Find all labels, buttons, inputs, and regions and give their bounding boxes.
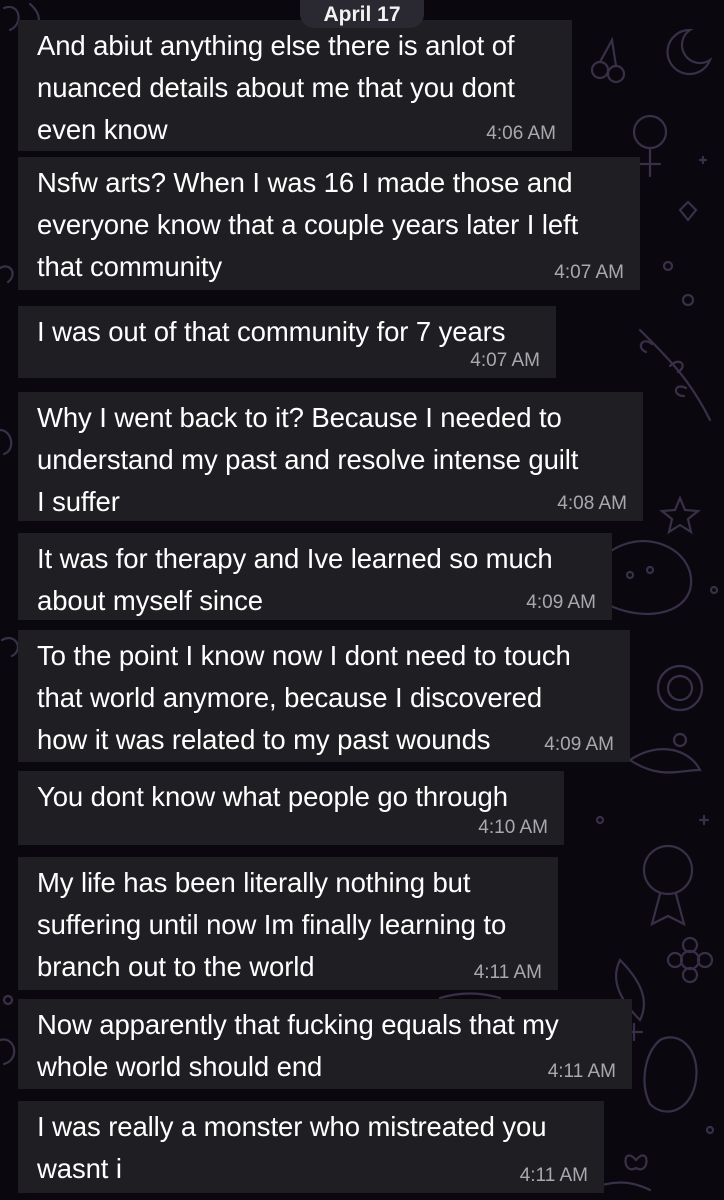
message-time: 4:06 AM (486, 123, 556, 144)
message-bubble[interactable]: I was out of that community for 7 years … (18, 306, 556, 378)
message-time: 4:07 AM (554, 262, 624, 283)
date-separator: April 17 (300, 0, 424, 28)
message-time: 4:11 AM (473, 962, 542, 983)
message-time: 4:09 AM (544, 734, 614, 755)
message-bubble[interactable]: Why I went back to it? Because I needed … (18, 392, 643, 521)
message-bubble[interactable]: Now apparently that fucking equals that … (18, 999, 632, 1089)
chat-thread: April 17 And abiut anything else there i… (0, 0, 724, 1200)
message-time: 4:11 AM (547, 1061, 616, 1082)
message-text: Why I went back to it? Because I needed … (37, 402, 579, 517)
message-time: 4:07 AM (470, 350, 540, 371)
message-time: 4:11 AM (519, 1165, 588, 1186)
message-bubble[interactable]: You dont know what people go through 4:1… (18, 771, 564, 845)
message-bubble[interactable]: To the point I know now I dont need to t… (18, 630, 630, 762)
message-time: 4:10 AM (478, 817, 548, 838)
message-bubble[interactable]: Nsfw arts? When I was 16 I made those an… (18, 157, 640, 290)
message-text: To the point I know now I dont need to t… (37, 640, 571, 755)
message-text: Now apparently that fucking equals that … (37, 1009, 559, 1082)
message-bubble[interactable]: I was really a monster who mistreated yo… (18, 1101, 604, 1193)
message-time: 4:08 AM (557, 493, 627, 514)
message-bubble[interactable]: And abiut anything else there is anlot o… (18, 20, 572, 151)
message-bubble[interactable]: It was for therapy and Ive learned so mu… (18, 533, 612, 620)
message-text: I was out of that community for 7 years (37, 316, 506, 347)
message-text: Nsfw arts? When I was 16 I made those an… (37, 167, 579, 282)
message-text: You dont know what people go through (37, 781, 508, 812)
message-time: 4:09 AM (526, 592, 596, 613)
message-bubble[interactable]: My life has been literally nothing but s… (18, 857, 558, 990)
